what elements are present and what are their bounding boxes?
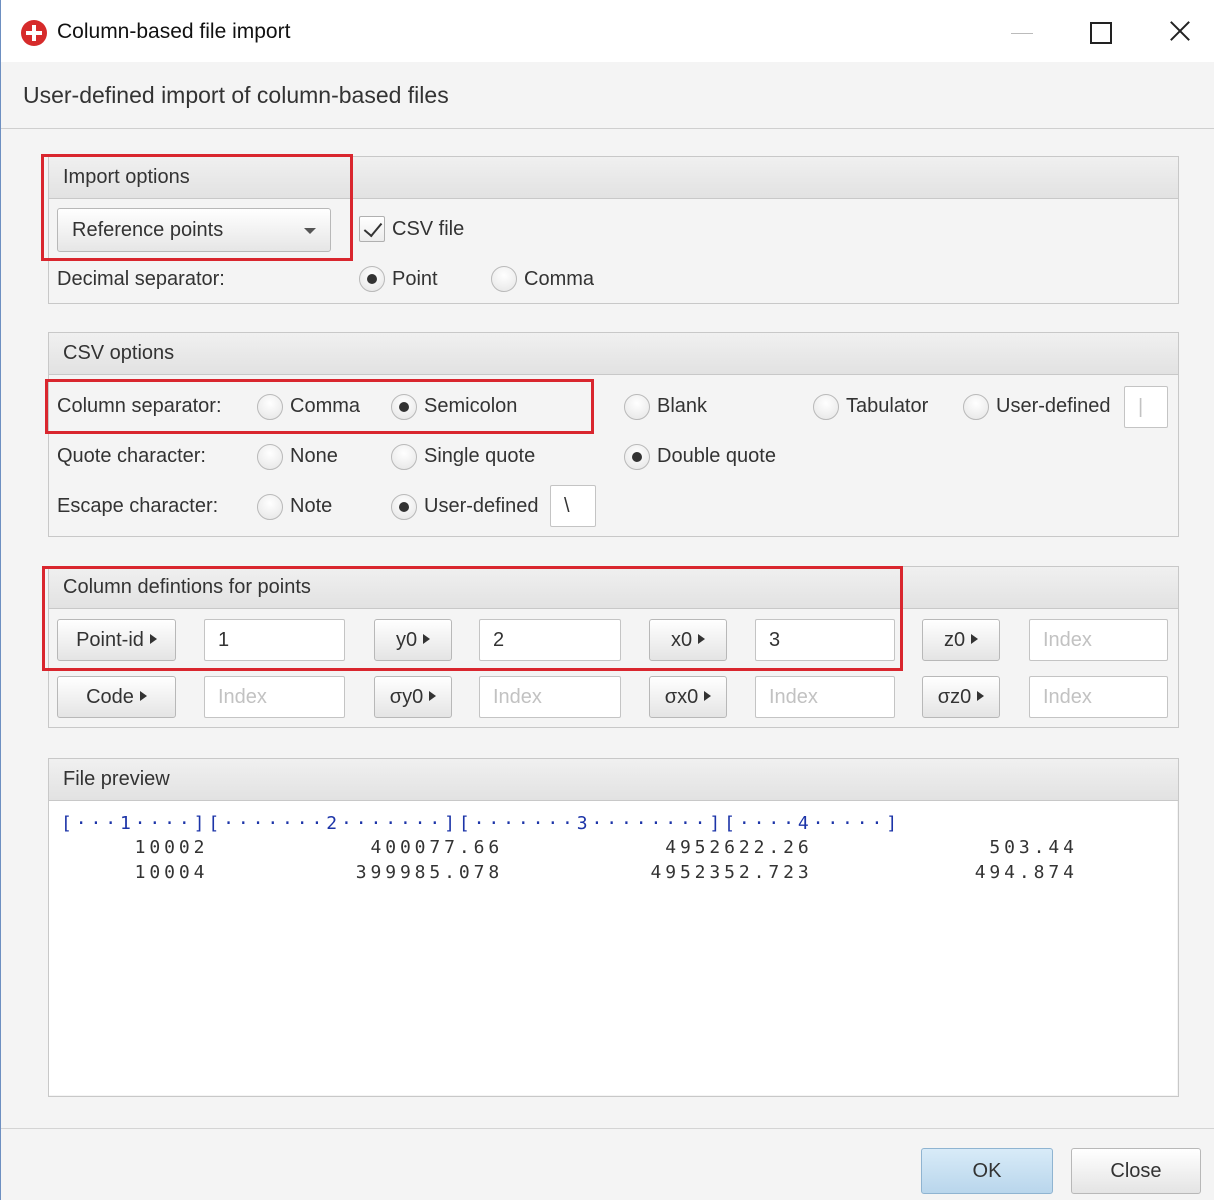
escape-user-defined-input[interactable]: \: [550, 485, 596, 527]
sigma-x0-button[interactable]: σx0: [649, 676, 727, 718]
header-divider: [1, 128, 1214, 129]
file-preview-title: File preview: [63, 768, 170, 790]
escape-note-radio[interactable]: [257, 494, 283, 520]
code-button[interactable]: Code: [57, 676, 176, 718]
sep-user-defined-radio[interactable]: [963, 394, 989, 420]
highlight-column-separator: [45, 379, 594, 434]
triangle-right-icon: [429, 691, 437, 701]
code-input[interactable]: Index: [204, 676, 345, 718]
escape-user-defined-radio[interactable]: [391, 494, 417, 520]
footer-divider: [1, 1128, 1214, 1129]
decimal-point-label: Point: [392, 268, 438, 290]
maximize-button[interactable]: [1074, 10, 1124, 54]
csv-file-checkbox[interactable]: [359, 216, 385, 242]
decimal-point-radio[interactable]: [359, 266, 385, 292]
quote-character-label: Quote character:: [57, 445, 206, 467]
csv-options-title: CSV options: [63, 342, 175, 364]
sigma-z0-button-label: σz0: [937, 686, 972, 708]
app-icon: [21, 20, 47, 46]
decimal-comma-label: Comma: [524, 268, 595, 290]
csv-file-label: CSV file: [392, 218, 465, 240]
quote-double-radio[interactable]: [624, 444, 650, 470]
quote-none-label: None: [290, 445, 338, 467]
sigma-z0-input[interactable]: Index: [1029, 676, 1168, 718]
decimal-comma-radio[interactable]: [491, 266, 517, 292]
z0-button[interactable]: z0: [922, 619, 1000, 661]
close-window-button[interactable]: [1155, 10, 1205, 54]
z0-input[interactable]: Index: [1029, 619, 1168, 661]
preview-column-ruler: [···1····][·······2·······][·······3····…: [61, 813, 902, 834]
sigma-x0-button-label: σx0: [664, 686, 699, 708]
highlight-import-options: [41, 154, 353, 261]
code-button-label: Code: [86, 686, 134, 708]
quote-double-label: Double quote: [657, 445, 776, 467]
escape-character-label: Escape character:: [57, 495, 219, 517]
file-preview-text[interactable]: [···1····][·······2·······][·······3····…: [49, 800, 1177, 1095]
decimal-separator-label: Decimal separator:: [57, 268, 225, 290]
preview-line: 10004 399985.078 4952352.723 494.874: [61, 862, 1078, 883]
triangle-right-icon: [971, 634, 979, 644]
sep-blank-radio[interactable]: [624, 394, 650, 420]
minimize-button[interactable]: [997, 10, 1047, 54]
quote-none-radio[interactable]: [257, 444, 283, 470]
dialog-window: Column-based file import User-defined im…: [0, 0, 1214, 1200]
csv-options-header: CSV options: [49, 333, 1178, 375]
triangle-right-icon: [139, 691, 147, 701]
quote-single-radio[interactable]: [391, 444, 417, 470]
sep-tabulator-radio[interactable]: [813, 394, 839, 420]
sigma-y0-input[interactable]: Index: [479, 676, 621, 718]
highlight-column-definitions: [42, 566, 903, 671]
preview-line: 10002 400077.66 4952622.26 503.44: [61, 837, 1078, 858]
escape-note-label: Note: [290, 495, 333, 517]
title-bar: Column-based file import: [1, 0, 1214, 62]
file-preview-header: File preview: [49, 759, 1178, 801]
sigma-z0-button[interactable]: σz0: [922, 676, 1000, 718]
sigma-y0-button[interactable]: σy0: [374, 676, 452, 718]
ok-button[interactable]: OK: [921, 1148, 1053, 1194]
dialog-header: User-defined import of column-based file…: [23, 82, 449, 108]
sigma-y0-button-label: σy0: [389, 686, 424, 708]
sep-tabulator-label: Tabulator: [846, 395, 929, 417]
quote-single-label: Single quote: [424, 445, 536, 467]
sep-user-defined-input[interactable]: |: [1124, 386, 1168, 428]
sigma-x0-input[interactable]: Index: [755, 676, 895, 718]
triangle-right-icon: [704, 691, 712, 701]
window-title: Column-based file import: [57, 20, 291, 43]
sep-blank-label: Blank: [657, 395, 708, 417]
z0-button-label: z0: [943, 629, 966, 651]
close-button[interactable]: Close: [1071, 1148, 1201, 1194]
sep-user-defined-label: User-defined: [996, 395, 1111, 417]
triangle-right-icon: [977, 691, 985, 701]
escape-user-defined-label: User-defined: [424, 495, 539, 517]
